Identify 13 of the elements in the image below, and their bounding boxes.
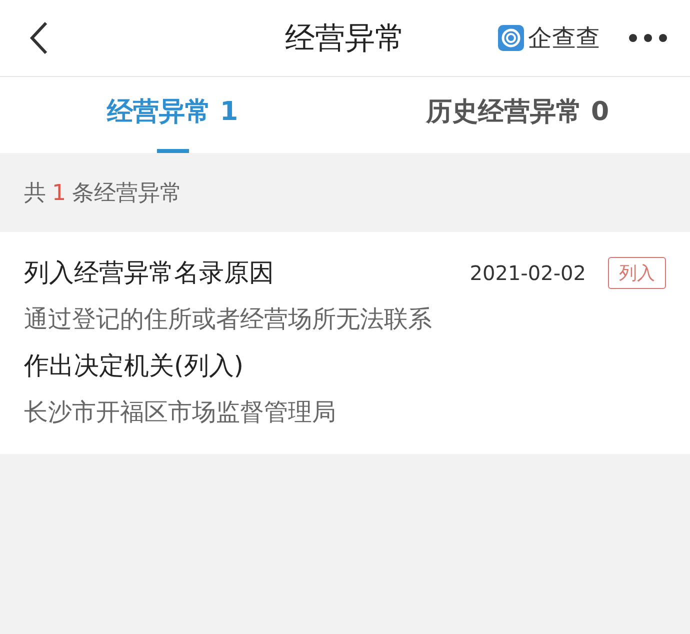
more-icon[interactable] xyxy=(628,32,668,44)
field-value: 通过登记的住所或者经营场所无法联系 xyxy=(24,304,432,335)
tab[interactable]: 经营异常 1 xyxy=(0,77,345,153)
field-label: 列入经营异常名录原因 xyxy=(24,257,274,289)
field-value: 长沙市开福区市场监督管理局 xyxy=(24,397,336,428)
page-title: 经营异常 xyxy=(285,20,405,58)
status-tag: 列入 xyxy=(608,256,666,288)
record-count-text: 共 1 条经营异常 xyxy=(24,180,182,208)
record-date: 2021-02-02 xyxy=(470,260,586,284)
brand-name: 企查查 xyxy=(528,23,600,54)
logo-icon xyxy=(498,25,524,51)
field-label: 作出决定机关(列入) xyxy=(24,350,244,382)
tab[interactable]: 历史经营异常 0 xyxy=(345,77,690,153)
